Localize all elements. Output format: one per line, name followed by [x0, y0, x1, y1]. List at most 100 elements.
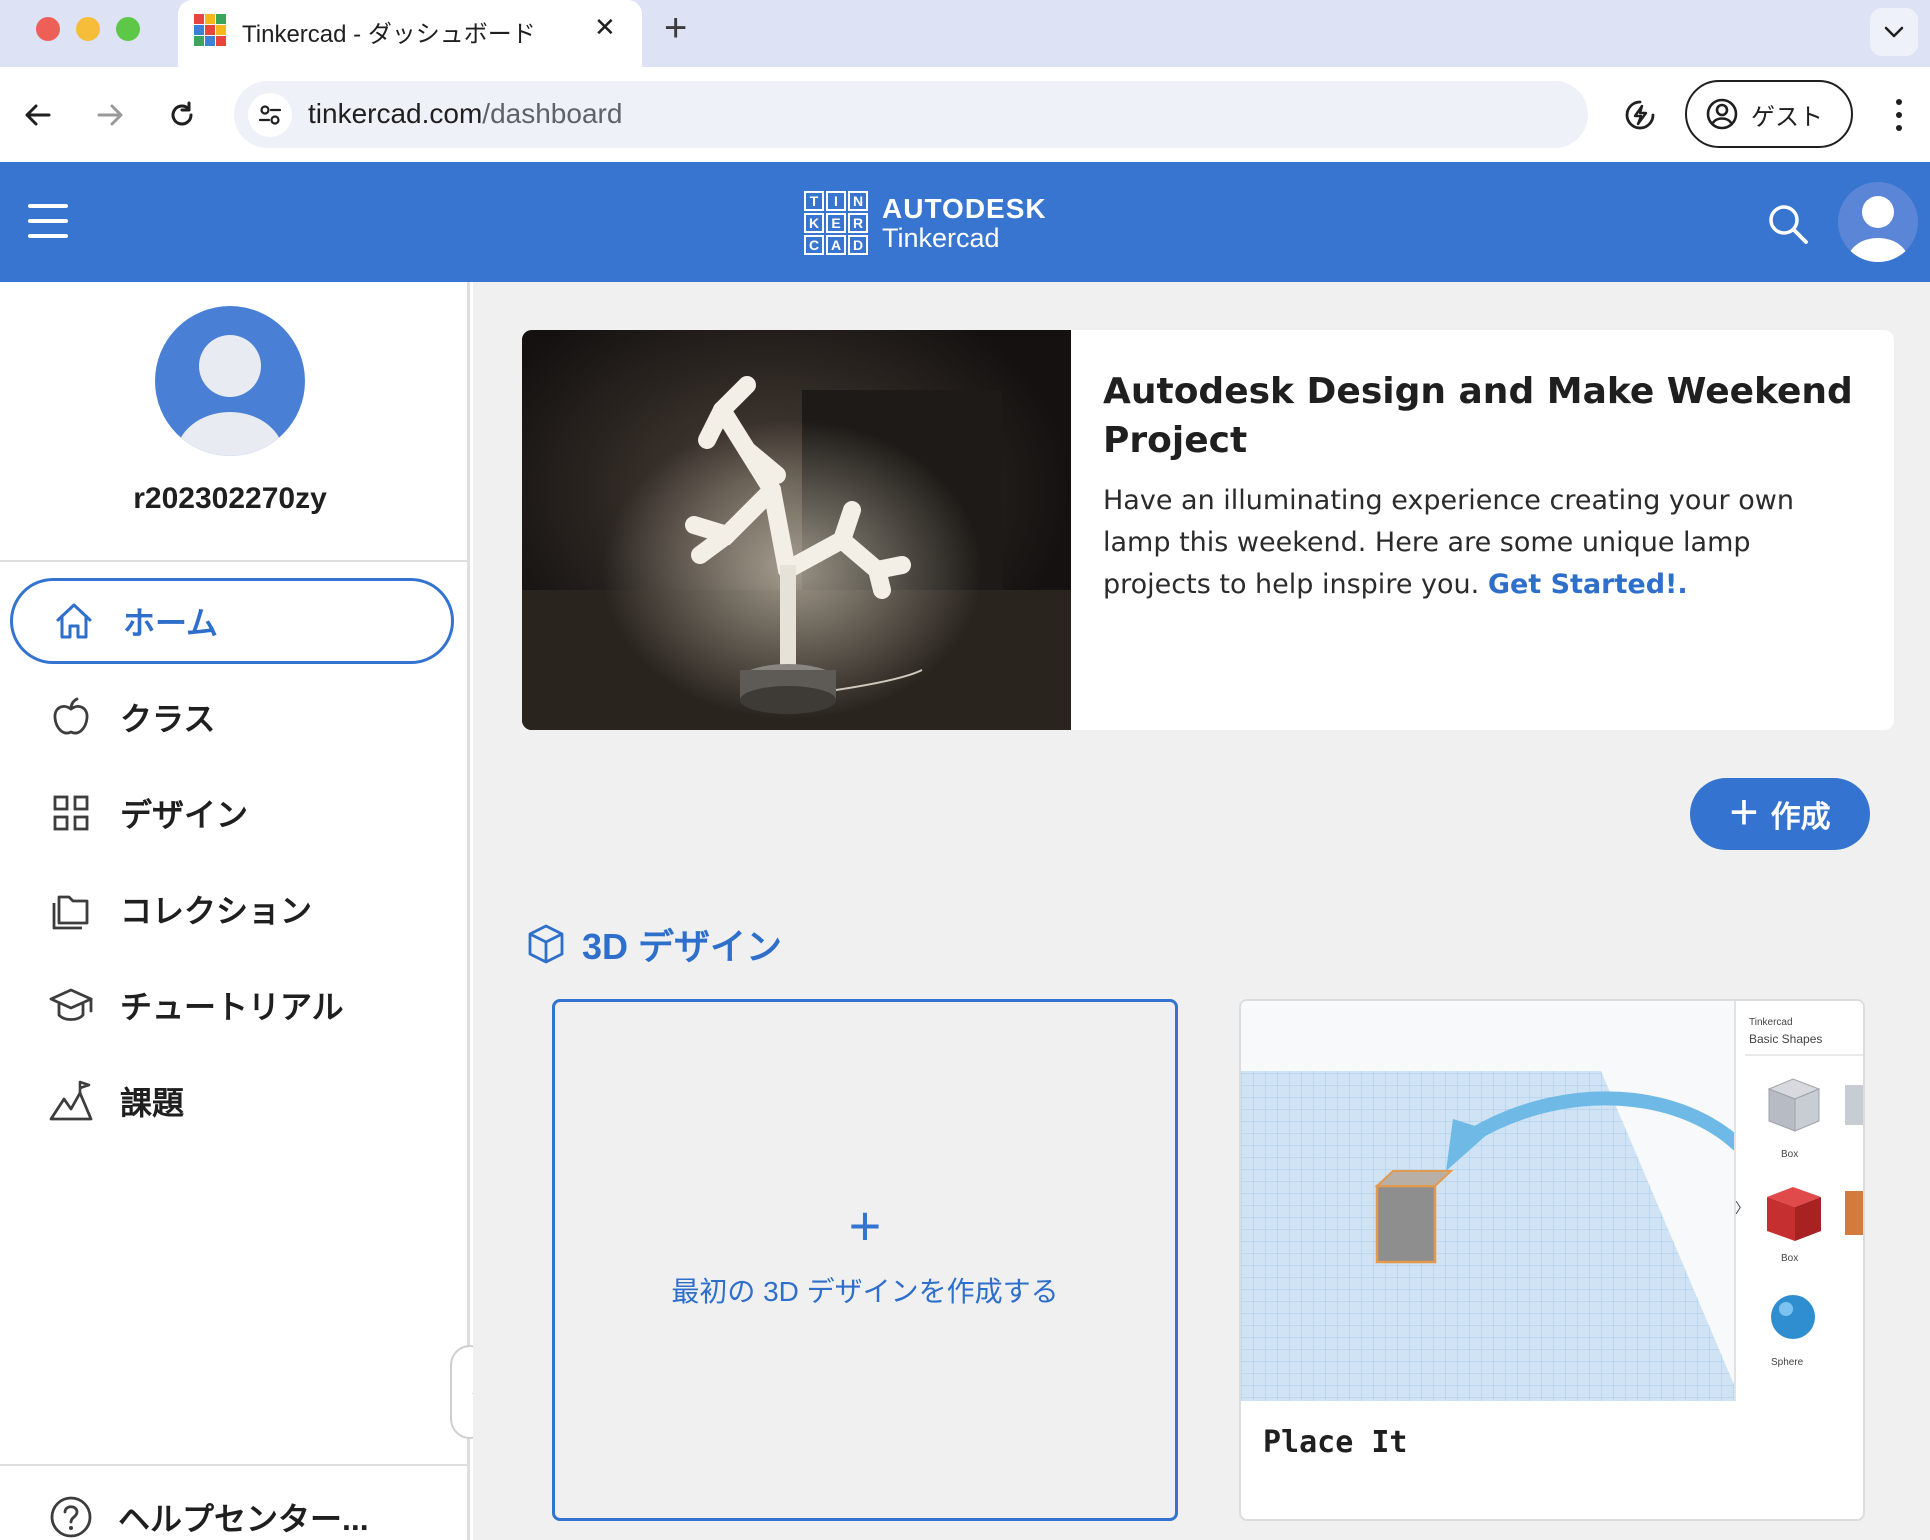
tutorial-card[interactable]: Tinkercad Basic Shapes Box Box Sphere 〉 … — [1239, 999, 1865, 1521]
panel-heading: Basic Shapes — [1749, 1032, 1822, 1046]
logo-product: Tinkercad — [882, 222, 1000, 253]
back-button[interactable] — [20, 97, 56, 133]
logo-letter: I — [826, 191, 846, 211]
sidebar-item-label: デザイン — [120, 797, 249, 833]
profile-avatar[interactable] — [155, 306, 305, 456]
sidebar-item-tutorials[interactable]: チュートリアル — [10, 962, 454, 1048]
sidebar-item-label: クラス — [120, 701, 216, 737]
sidebar-item-label: チュートリアル — [120, 989, 344, 1025]
account-circle-icon — [1706, 98, 1738, 130]
sidebar-item-help[interactable]: ヘルプセンター... — [48, 1494, 369, 1540]
logo-text: AUTODESK Tinkercad — [882, 194, 1047, 252]
tinkercad-logo[interactable]: T I N K E R C A D AUTODESK Tinkercad — [804, 190, 1047, 256]
chevron-down-icon — [1884, 26, 1904, 38]
logo-letter: A — [826, 235, 846, 255]
tinkercad-favicon-icon — [194, 14, 226, 46]
url-path: /dashboard — [482, 98, 623, 129]
reload-button[interactable] — [164, 97, 200, 133]
forward-button[interactable] — [92, 97, 128, 133]
new-tab-button[interactable]: + — [664, 6, 687, 51]
panel-shape-label: Box — [1781, 1253, 1798, 1264]
cube-icon — [528, 924, 564, 964]
graduation-cap-icon — [48, 982, 94, 1028]
tutorial-title: Place It — [1263, 1425, 1408, 1460]
section-title: 3D デザイン — [582, 926, 783, 967]
profile-button[interactable]: ゲスト — [1685, 80, 1853, 148]
banner-description: Have an illuminating experience creating… — [1103, 480, 1863, 606]
browser-tab-bar: Tinkercad - ダッシュボード ✕ + — [0, 0, 1930, 67]
panel-app-name: Tinkercad — [1749, 1017, 1793, 1028]
address-bar[interactable]: tinkercad.com/dashboard — [234, 81, 1588, 148]
logo-letter: E — [826, 213, 846, 233]
search-icon — [1769, 205, 1808, 244]
promo-banner[interactable]: Autodesk Design and Make Weekend Project… — [522, 330, 1894, 730]
sidebar-item-label: ヘルプセンター... — [118, 1501, 369, 1537]
window-minimize-button[interactable] — [76, 17, 100, 41]
plus-icon: + — [1729, 784, 1759, 840]
avatar-icon — [1848, 196, 1908, 262]
site-settings-button[interactable] — [248, 93, 292, 137]
tab-list-button[interactable] — [1870, 8, 1918, 56]
panel-shape-label: Sphere — [1771, 1357, 1804, 1368]
performance-button[interactable] — [1620, 95, 1660, 135]
grid-icon — [48, 790, 94, 836]
sidebar-item-label: 課題 — [120, 1085, 185, 1121]
banner-description-text: Have an illuminating experience creating… — [1103, 485, 1794, 600]
home-icon — [51, 598, 97, 644]
create-label: 作成 — [1770, 801, 1831, 834]
browser-menu-button[interactable] — [1884, 95, 1914, 135]
window-zoom-button[interactable] — [116, 17, 140, 41]
app-header: T I N K E R C A D AUTODESK Tinkercad — [0, 162, 1930, 282]
logo-letter: D — [848, 235, 868, 255]
plus-icon: + — [848, 1194, 882, 1257]
sidebar: r202302270zy ホーム クラス デザイン コレクション チュートリアル — [0, 282, 470, 1540]
sidebar-item-classes[interactable]: クラス — [10, 674, 454, 760]
profile-label: ゲスト — [1751, 103, 1823, 131]
tab-title: Tinkercad - ダッシュボード — [242, 21, 536, 48]
create-button[interactable]: + 作成 — [1690, 778, 1870, 850]
help-icon — [50, 1496, 92, 1538]
logo-letter: K — [804, 213, 824, 233]
browser-tab-active[interactable]: Tinkercad - ダッシュボード ✕ — [178, 0, 642, 67]
get-started-link[interactable]: Get Started!. — [1488, 569, 1688, 600]
sidebar-divider — [0, 560, 467, 562]
logo-letter-grid: T I N K E R C A D — [804, 191, 868, 255]
logo-letter: C — [804, 235, 824, 255]
mountain-flag-icon — [48, 1078, 94, 1124]
sidebar-item-designs[interactable]: デザイン — [10, 770, 454, 856]
url-domain: tinkercad.com — [308, 98, 483, 129]
sidebar-item-collections[interactable]: コレクション — [10, 866, 454, 952]
sidebar-item-label: ホーム — [123, 605, 219, 641]
svg-text:〉: 〉 — [1735, 1200, 1749, 1216]
logo-brand: AUTODESK — [882, 193, 1047, 225]
section-3d-designs: 3D デザイン — [524, 918, 782, 970]
browser-toolbar: tinkercad.com/dashboard ゲスト — [0, 67, 1930, 162]
search-button[interactable] — [1766, 202, 1810, 246]
sidebar-item-assignments[interactable]: 課題 — [10, 1058, 454, 1144]
logo-letter: N — [848, 191, 868, 211]
sidebar-item-label: コレクション — [120, 893, 313, 929]
hamburger-menu-icon[interactable] — [28, 204, 68, 238]
window-close-button[interactable] — [36, 17, 60, 41]
banner-title: Autodesk Design and Make Weekend Project — [1103, 371, 1853, 461]
folders-icon — [48, 886, 94, 932]
url-text: tinkercad.com/dashboard — [308, 98, 622, 130]
create-first-design-card[interactable]: + 最初の 3D デザインを作成する — [552, 999, 1178, 1521]
lamp-photo — [522, 330, 1071, 730]
logo-letter: T — [804, 191, 824, 211]
user-avatar-button[interactable] — [1838, 182, 1918, 262]
arrow-left-icon — [25, 104, 51, 126]
tune-icon — [258, 105, 282, 125]
sidebar-divider — [0, 1464, 467, 1466]
sidebar-item-home[interactable]: ホーム — [10, 578, 454, 664]
username: r202302270zy — [133, 482, 327, 515]
create-first-design-label: 最初の 3D デザインを作成する — [671, 1276, 1059, 1307]
avatar-icon — [176, 335, 284, 456]
reload-icon — [171, 101, 193, 126]
arrow-right-icon — [97, 104, 123, 126]
tab-close-icon[interactable]: ✕ — [594, 12, 616, 43]
main-content: Autodesk Design and Make Weekend Project… — [473, 282, 1930, 1540]
panel-shape-label: Box — [1781, 1149, 1798, 1160]
apple-icon — [48, 694, 94, 740]
lightning-icon — [1625, 100, 1655, 130]
